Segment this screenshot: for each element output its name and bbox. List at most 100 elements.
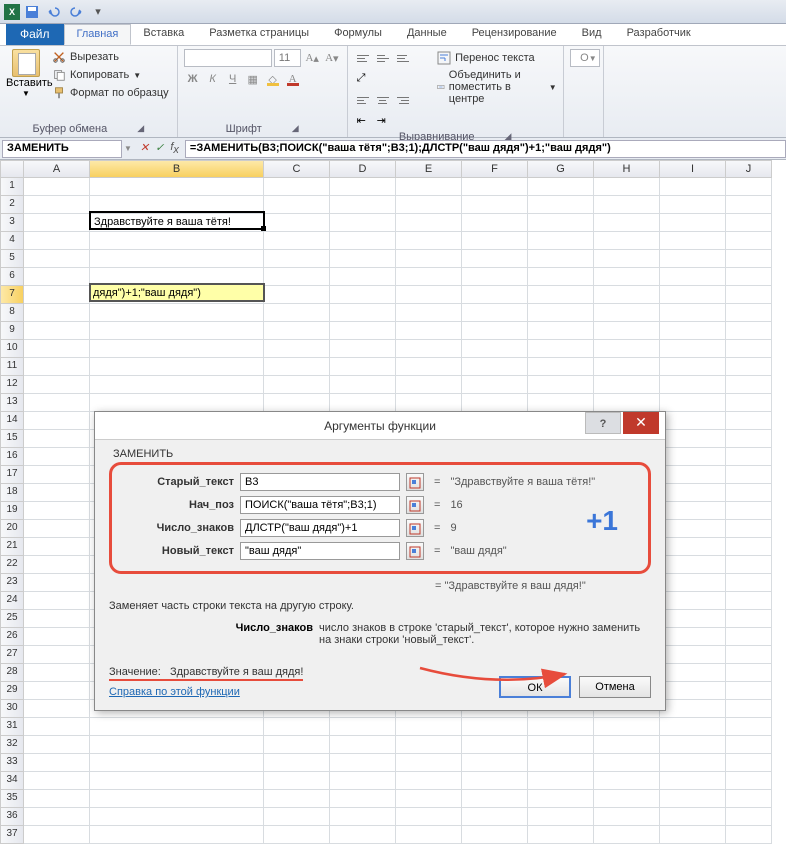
confirm-formula-icon[interactable]: ✓ xyxy=(155,141,164,156)
wrap-text-button[interactable]: Перенос текста xyxy=(437,49,557,67)
tab-insert[interactable]: Вставка xyxy=(131,24,197,45)
range-selector-icon[interactable] xyxy=(406,519,424,537)
row-header[interactable]: 6 xyxy=(0,268,24,286)
indent-increase-icon[interactable]: ⇥ xyxy=(374,111,392,129)
row-header[interactable]: 3 xyxy=(0,214,24,232)
underline-button[interactable]: Ч xyxy=(224,70,242,88)
tab-data[interactable]: Данные xyxy=(395,24,460,45)
grow-font-icon[interactable]: A▴ xyxy=(303,49,321,67)
align-middle-icon[interactable] xyxy=(374,49,392,67)
select-all-corner[interactable] xyxy=(0,160,24,178)
orientation-icon[interactable]: ⤢ xyxy=(354,69,372,87)
namebox-dropdown-icon[interactable]: ▼ xyxy=(122,144,134,153)
row-header[interactable]: 2 xyxy=(0,196,24,214)
row-header[interactable]: 30 xyxy=(0,700,24,718)
row-header[interactable]: 16 xyxy=(0,448,24,466)
range-selector-icon[interactable] xyxy=(406,496,424,514)
align-top-icon[interactable] xyxy=(354,49,372,67)
row-header[interactable]: 31 xyxy=(0,718,24,736)
font-size-input[interactable]: 11 xyxy=(274,49,302,67)
row-header[interactable]: 4 xyxy=(0,232,24,250)
col-header[interactable]: A xyxy=(24,160,90,178)
indent-decrease-icon[interactable]: ⇤ xyxy=(354,111,372,129)
tab-layout[interactable]: Разметка страницы xyxy=(197,24,322,45)
arg-input-new-text[interactable] xyxy=(240,542,400,560)
row-header[interactable]: 29 xyxy=(0,682,24,700)
undo-icon[interactable] xyxy=(46,4,62,20)
arg-input-start-pos[interactable] xyxy=(240,496,400,514)
row-header[interactable]: 1 xyxy=(0,178,24,196)
redo-icon[interactable] xyxy=(68,4,84,20)
cancel-formula-icon[interactable]: ✕ xyxy=(140,141,149,156)
tab-review[interactable]: Рецензирование xyxy=(460,24,570,45)
row-header[interactable]: 14 xyxy=(0,412,24,430)
row-header[interactable]: 17 xyxy=(0,466,24,484)
function-help-link[interactable]: Справка по этой функции xyxy=(109,686,240,698)
dialog-help-button[interactable]: ? xyxy=(585,412,621,434)
range-selector-icon[interactable] xyxy=(406,542,424,560)
col-header[interactable]: G xyxy=(528,160,594,178)
dialog-close-button[interactable]: ✕ xyxy=(623,412,659,434)
paste-button[interactable]: Вставить ▼ xyxy=(6,49,46,101)
row-header[interactable]: 23 xyxy=(0,574,24,592)
border-button[interactable]: ▦ xyxy=(244,70,262,88)
row-header[interactable]: 36 xyxy=(0,808,24,826)
save-icon[interactable] xyxy=(24,4,40,20)
row-header[interactable]: 26 xyxy=(0,628,24,646)
cancel-button[interactable]: Отмена xyxy=(579,676,651,698)
tab-developer[interactable]: Разработчик xyxy=(615,24,704,45)
row-header[interactable]: 21 xyxy=(0,538,24,556)
cell-b3[interactable]: Здравствуйте я ваша тётя! xyxy=(92,214,233,230)
merge-center-button[interactable]: Объединить и поместить в центре▼ xyxy=(437,67,557,107)
font-family-input[interactable] xyxy=(184,49,272,67)
dialog-titlebar[interactable]: Аргументы функции ? ✕ xyxy=(95,412,665,440)
row-header[interactable]: 19 xyxy=(0,502,24,520)
row-header[interactable]: 22 xyxy=(0,556,24,574)
col-header[interactable]: B xyxy=(90,160,264,178)
align-center-icon[interactable] xyxy=(374,91,392,109)
paste-dropdown-icon[interactable]: ▼ xyxy=(6,89,46,98)
tab-home[interactable]: Главная xyxy=(64,24,132,45)
row-header[interactable]: 37 xyxy=(0,826,24,844)
row-header[interactable]: 13 xyxy=(0,394,24,412)
tab-file[interactable]: Файл xyxy=(6,24,64,45)
number-format-dropdown[interactable]: О ▼ xyxy=(570,49,600,67)
currency-icon[interactable] xyxy=(570,92,588,110)
cell-b7-editing[interactable]: дядя")+1;"ваш дядя") xyxy=(89,283,265,302)
row-header[interactable]: 33 xyxy=(0,754,24,772)
align-bottom-icon[interactable] xyxy=(394,49,412,67)
row-header[interactable]: 12 xyxy=(0,376,24,394)
copy-button[interactable]: Копировать▼ xyxy=(50,67,171,83)
row-header[interactable]: 15 xyxy=(0,430,24,448)
row-header[interactable]: 9 xyxy=(0,322,24,340)
qat-dropdown-icon[interactable]: ▾ xyxy=(90,4,106,20)
name-box[interactable]: ЗАМЕНИТЬ xyxy=(2,140,122,158)
row-header[interactable]: 28 xyxy=(0,664,24,682)
range-selector-icon[interactable] xyxy=(406,473,424,491)
row-header[interactable]: 8 xyxy=(0,304,24,322)
ok-button[interactable]: ОК xyxy=(499,676,571,698)
font-color-button[interactable]: A xyxy=(284,70,302,88)
fx-icon[interactable]: fx xyxy=(170,141,179,156)
row-header[interactable]: 24 xyxy=(0,592,24,610)
row-header[interactable]: 5 xyxy=(0,250,24,268)
formula-bar[interactable]: =ЗАМЕНИТЬ(B3;ПОИСК("ваша тётя";B3;1);ДЛС… xyxy=(185,140,786,158)
italic-button[interactable]: К xyxy=(204,70,222,88)
row-header[interactable]: 34 xyxy=(0,772,24,790)
row-header[interactable]: 11 xyxy=(0,358,24,376)
shrink-font-icon[interactable]: A▾ xyxy=(323,49,341,67)
format-painter-button[interactable]: Формат по образцу xyxy=(50,85,171,101)
row-header[interactable]: 35 xyxy=(0,790,24,808)
tab-formulas[interactable]: Формулы xyxy=(322,24,395,45)
col-header[interactable]: I xyxy=(660,160,726,178)
arg-input-num-chars[interactable] xyxy=(240,519,400,537)
font-dialog-icon[interactable]: ◢ xyxy=(292,123,299,135)
row-header[interactable]: 32 xyxy=(0,736,24,754)
col-header[interactable]: C xyxy=(264,160,330,178)
col-header[interactable]: H xyxy=(594,160,660,178)
col-header[interactable]: F xyxy=(462,160,528,178)
tab-view[interactable]: Вид xyxy=(570,24,615,45)
align-left-icon[interactable] xyxy=(354,91,372,109)
row-header[interactable]: 20 xyxy=(0,520,24,538)
bold-button[interactable]: Ж xyxy=(184,70,202,88)
